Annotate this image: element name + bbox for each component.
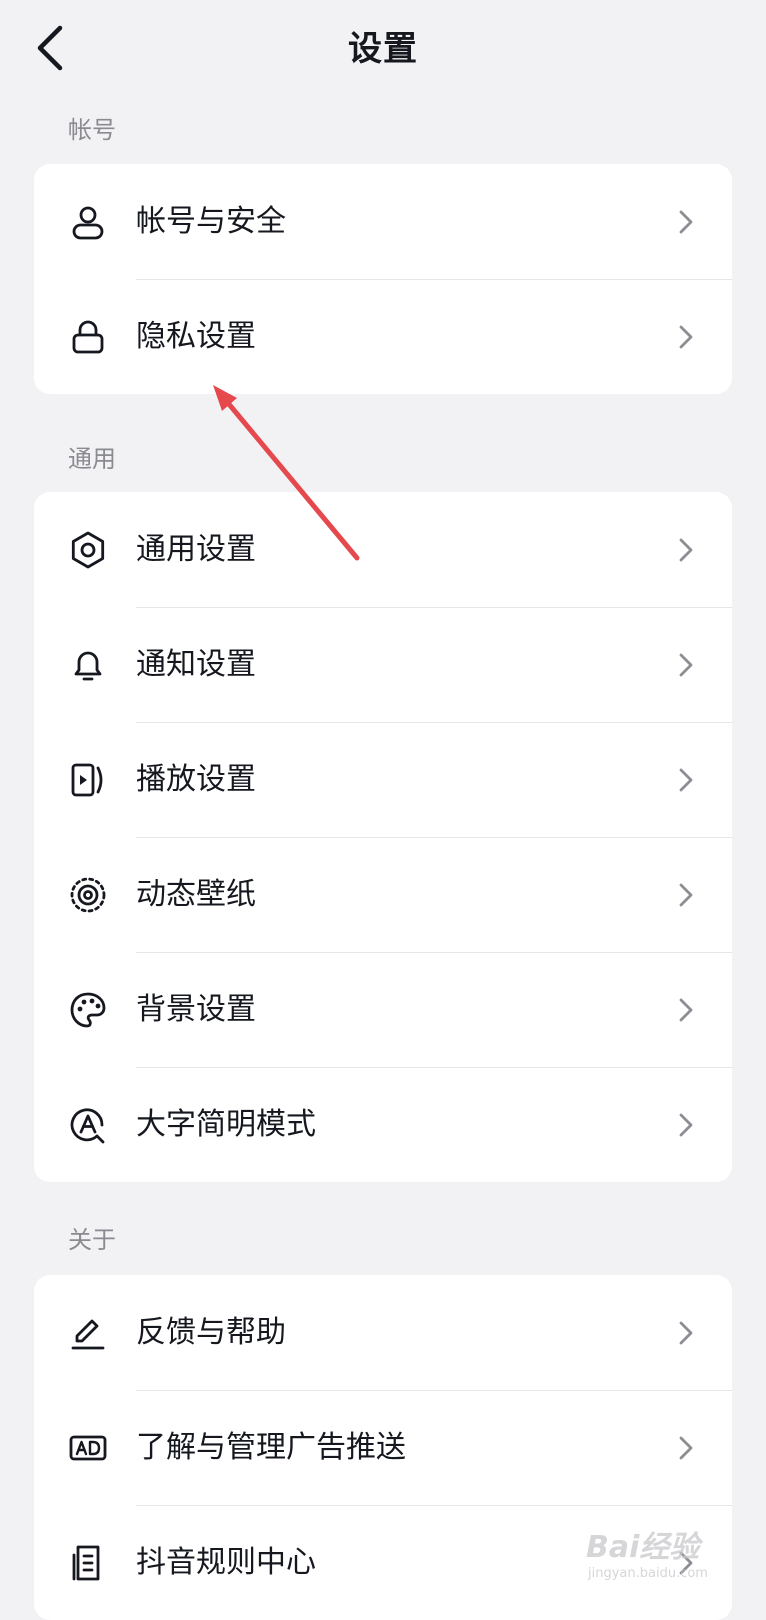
- menu-item-label: 通知设置: [136, 647, 256, 682]
- menu-item-label: 动态壁纸: [136, 877, 256, 912]
- user-icon: [68, 202, 108, 242]
- section-label-about: 关于: [68, 1226, 116, 1254]
- lock-icon: [68, 317, 108, 357]
- watermark: Bai经验 jingyan.baidu.com: [586, 1518, 736, 1588]
- menu-item-live-wallpaper[interactable]: 动态壁纸: [34, 837, 732, 952]
- menu-item-ad-management[interactable]: 了解与管理广告推送: [34, 1390, 732, 1505]
- account-card: 帐号与安全 隐私设置: [34, 164, 732, 394]
- chevron-right-icon: [678, 1435, 694, 1461]
- watermark-brand: Bai经验: [586, 1530, 700, 1565]
- chevron-right-icon: [678, 1112, 694, 1138]
- menu-item-label: 背景设置: [136, 992, 256, 1027]
- menu-item-notification-settings[interactable]: 通知设置: [34, 607, 732, 722]
- menu-item-label: 大字简明模式: [136, 1107, 316, 1142]
- menu-item-label: 播放设置: [136, 762, 256, 797]
- menu-item-account-security[interactable]: 帐号与安全: [34, 164, 732, 279]
- chevron-right-icon: [678, 209, 694, 235]
- document-icon: [68, 1543, 108, 1583]
- page-title: 设置: [348, 29, 418, 69]
- menu-item-label: 帐号与安全: [136, 204, 286, 239]
- chevron-right-icon: [678, 324, 694, 350]
- menu-item-playback-settings[interactable]: 播放设置: [34, 722, 732, 837]
- large-text-icon: [68, 1105, 108, 1145]
- menu-item-label: 通用设置: [136, 532, 256, 567]
- menu-item-label: 反馈与帮助: [136, 1315, 286, 1350]
- chevron-right-icon: [678, 997, 694, 1023]
- general-card: 通用设置 通知设置 播放设置 动态壁纸 背景设置 大字简明模式: [34, 492, 732, 1182]
- palette-icon: [68, 990, 108, 1030]
- pencil-icon: [68, 1313, 108, 1353]
- chevron-right-icon: [678, 652, 694, 678]
- top-bar: 设置: [0, 0, 766, 100]
- menu-item-general-settings[interactable]: 通用设置: [34, 492, 732, 607]
- ad-icon: [68, 1428, 108, 1468]
- chevron-right-icon: [678, 1320, 694, 1346]
- section-label-account: 帐号: [68, 116, 116, 144]
- menu-item-feedback-help[interactable]: 反馈与帮助: [34, 1275, 732, 1390]
- chevron-right-icon: [678, 767, 694, 793]
- chevron-right-icon: [678, 882, 694, 908]
- menu-item-label: 抖音规则中心: [136, 1545, 316, 1580]
- menu-item-background-settings[interactable]: 背景设置: [34, 952, 732, 1067]
- video-play-icon: [68, 760, 108, 800]
- chevron-right-icon: [678, 537, 694, 563]
- live-wallpaper-icon: [68, 875, 108, 915]
- menu-item-label: 隐私设置: [136, 319, 256, 354]
- menu-item-label: 了解与管理广告推送: [136, 1430, 406, 1465]
- menu-item-large-text-mode[interactable]: 大字简明模式: [34, 1067, 732, 1182]
- bell-icon: [68, 645, 108, 685]
- section-label-general: 通用: [68, 445, 116, 473]
- gear-icon: [68, 530, 108, 570]
- menu-item-privacy-settings[interactable]: 隐私设置: [34, 279, 732, 394]
- watermark-url: jingyan.baidu.com: [588, 1566, 708, 1581]
